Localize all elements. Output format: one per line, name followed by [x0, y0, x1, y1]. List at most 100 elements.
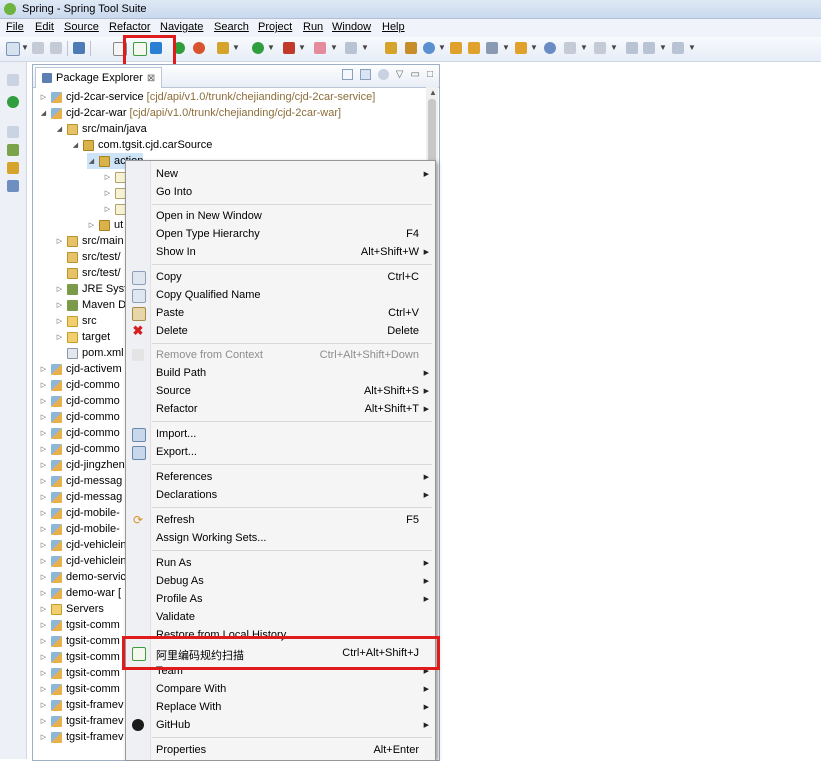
tree-item[interactable]: ▷ Servers: [39, 601, 104, 617]
tree-item[interactable]: ◢ com.tgsit.cjd.carSource: [71, 137, 213, 153]
menu-run[interactable]: Run: [303, 21, 323, 33]
expand-icon[interactable]: ▷: [39, 461, 48, 469]
menu-item-assign-working-sets[interactable]: Assign Working Sets...: [126, 529, 435, 547]
menu-window[interactable]: Window: [332, 21, 371, 33]
expand-icon[interactable]: ▷: [39, 509, 48, 517]
expand-icon[interactable]: ▷: [39, 397, 48, 405]
menu-item-build-path[interactable]: Build Path ▶: [126, 364, 435, 382]
expand-icon[interactable]: ▷: [39, 573, 48, 581]
expand-icon[interactable]: ▷: [39, 557, 48, 565]
tree-item[interactable]: ▷ tgsit-comm: [39, 633, 120, 649]
back-icon[interactable]: [643, 42, 655, 54]
menu-item-import[interactable]: Import...: [126, 425, 435, 443]
tree-item[interactable]: ◢ cjd-2car-war [cjd/api/v1.0/trunk/chejian…: [39, 105, 341, 121]
menu-item-open-new-window[interactable]: Open in New Window: [126, 207, 435, 225]
restore-icon[interactable]: [7, 126, 19, 138]
profile-dropdown-icon[interactable]: ▼: [361, 43, 369, 52]
tree-item[interactable]: ▷ ut: [87, 217, 123, 233]
menu-navigate[interactable]: Navigate: [160, 21, 203, 33]
tree-item[interactable]: ▷ cjd-messag: [39, 473, 122, 489]
run-dropdown-icon[interactable]: ▼: [267, 43, 275, 52]
tree-item[interactable]: ▷ cjd-2car-service [cjd/api/v1.0/trunk/che…: [39, 89, 376, 105]
globe-icon[interactable]: [544, 42, 556, 54]
tree-item[interactable]: ▷ cjd-mobile-: [39, 505, 120, 521]
menu-item-refresh[interactable]: ⟳ Refresh F5: [126, 511, 435, 529]
expand-icon[interactable]: ▷: [39, 541, 48, 549]
collapse-icon[interactable]: ◢: [39, 109, 48, 117]
close-icon[interactable]: ⊠: [147, 73, 155, 84]
menu-item-p3c-scan[interactable]: 阿里编码规约扫描 Ctrl+Alt+Shift+J: [126, 644, 435, 662]
scroll-up-icon[interactable]: ▲: [429, 88, 437, 97]
tree-item[interactable]: ◢ src/main/java: [55, 121, 147, 137]
back-dropdown-icon[interactable]: ▼: [659, 43, 667, 52]
link-editor-icon[interactable]: [359, 69, 371, 80]
tree-item[interactable]: ▷ demo-servic: [39, 569, 126, 585]
menu-edit[interactable]: Edit: [35, 21, 54, 33]
restore-icon[interactable]: [7, 74, 19, 86]
p3c-switch-icon[interactable]: [150, 42, 162, 54]
menu-item-replace-with[interactable]: Replace With ▶: [126, 698, 435, 716]
menu-item-compare-with[interactable]: Compare With ▶: [126, 680, 435, 698]
tree-item[interactable]: src/test/: [55, 265, 121, 281]
open-type-icon[interactable]: [450, 42, 462, 54]
menu-item-run-as[interactable]: Run As ▶: [126, 554, 435, 572]
tree-item[interactable]: ▷ demo-war [: [39, 585, 121, 601]
menu-item-github[interactable]: GitHub ▶: [126, 716, 435, 734]
save-icon[interactable]: [32, 42, 44, 54]
outline-icon[interactable]: [7, 162, 19, 174]
open-folder-icon[interactable]: [515, 42, 527, 54]
open-folder-dropdown-icon[interactable]: ▼: [530, 43, 538, 52]
menu-item-go-into[interactable]: Go Into: [126, 183, 435, 201]
new-dropdown-icon[interactable]: ▼: [21, 43, 29, 52]
console-icon[interactable]: [7, 180, 19, 192]
minimize-icon[interactable]: ▭: [411, 69, 420, 80]
coverage-icon[interactable]: [314, 42, 326, 54]
edit-icon[interactable]: [486, 42, 498, 54]
menu-item-open-type-hierarchy[interactable]: Open Type Hierarchy F4: [126, 225, 435, 243]
menu-item-copy-qualified-name[interactable]: Copy Qualified Name: [126, 286, 435, 304]
menu-refactor[interactable]: Refactor: [109, 21, 151, 33]
forward-icon[interactable]: [672, 42, 684, 54]
expand-icon[interactable]: ▷: [103, 189, 112, 197]
tree-item[interactable]: ▷ cjd-commo: [39, 409, 120, 425]
launch-icon[interactable]: [193, 42, 205, 54]
expand-icon[interactable]: ▷: [39, 653, 48, 661]
menu-item-team[interactable]: Team ▶: [126, 662, 435, 680]
last-edit-icon[interactable]: [626, 42, 638, 54]
tree-item[interactable]: ▷ cjd-commo: [39, 393, 120, 409]
spring-boot-icon[interactable]: [173, 42, 185, 54]
menu-item-properties[interactable]: Properties Alt+Enter: [126, 741, 435, 759]
expand-icon[interactable]: ▷: [39, 365, 48, 373]
tree-item[interactable]: ▷ cjd-jingzhen: [39, 457, 125, 473]
menu-item-export[interactable]: Export...: [126, 443, 435, 461]
tree-item[interactable]: ▷ cjd-messag: [39, 489, 122, 505]
expand-icon[interactable]: ▷: [55, 285, 64, 293]
run-icon[interactable]: [252, 42, 264, 54]
tree-item[interactable]: ▷ tgsit-comm: [39, 681, 120, 697]
external-tools-dropdown-icon[interactable]: ▼: [298, 43, 306, 52]
expand-icon[interactable]: ▷: [39, 701, 48, 709]
expand-icon[interactable]: ▷: [103, 205, 112, 213]
expand-icon[interactable]: ▷: [39, 93, 48, 101]
collapse-all-icon[interactable]: [341, 69, 353, 80]
new-class-dropdown-icon[interactable]: ▼: [438, 43, 446, 52]
expand-icon[interactable]: ▷: [39, 669, 48, 677]
task-list-icon[interactable]: [7, 144, 19, 156]
tree-item[interactable]: ▷ src: [55, 313, 97, 329]
menu-item-restore-local-history[interactable]: Restore from Local History...: [126, 626, 435, 644]
tree-item[interactable]: ▷ tgsit-comm: [39, 665, 120, 681]
tree-item[interactable]: ▷ cjd-commo: [39, 425, 120, 441]
menu-item-new[interactable]: New ▶: [126, 165, 435, 183]
next-annotation-dropdown-icon[interactable]: ▼: [610, 43, 618, 52]
collapse-icon[interactable]: ◢: [55, 125, 64, 133]
expand-icon[interactable]: ▷: [39, 445, 48, 453]
external-tools-icon[interactable]: [283, 42, 295, 54]
new-server-icon[interactable]: [385, 42, 397, 54]
new-icon[interactable]: [6, 42, 20, 56]
maximize-icon[interactable]: □: [427, 69, 433, 80]
profile-icon[interactable]: [345, 42, 357, 54]
expand-icon[interactable]: ▷: [39, 525, 48, 533]
expand-icon[interactable]: ▷: [39, 605, 48, 613]
menu-item-delete[interactable]: ✖ Delete Delete: [126, 322, 435, 340]
new-class-icon[interactable]: [423, 42, 435, 54]
